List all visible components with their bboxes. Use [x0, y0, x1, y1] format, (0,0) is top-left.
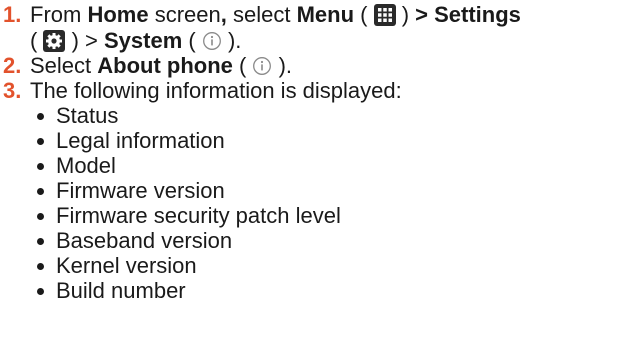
step-1-line-2: ( ) > System ( ).	[30, 28, 242, 53]
settings-label: > Settings	[415, 2, 521, 27]
step-number: 3.	[3, 78, 22, 103]
list-item: Status	[34, 103, 341, 128]
grid-menu-icon	[373, 4, 396, 26]
system-label: System	[103, 28, 183, 53]
list-item: Firmware version	[34, 178, 341, 203]
step-3-text: The following information is displayed:	[30, 78, 402, 103]
about-phone-label: About phone	[97, 53, 233, 78]
step-number: 2.	[3, 53, 22, 78]
step-number: 1.	[3, 2, 22, 27]
list-item: Baseband version	[34, 228, 341, 253]
list-item: Firmware security patch level	[34, 203, 341, 228]
instructions-page: 1. From Home screen, select Menu ( ) > S…	[3, 2, 521, 303]
list-item: Kernel version	[34, 253, 341, 278]
info-icon	[202, 32, 221, 50]
step-1-line-1: From Home screen, select Menu ( ) > Sett…	[30, 2, 521, 27]
home-label: Home	[87, 2, 149, 27]
list-item: Legal information	[34, 128, 341, 153]
menu-label: Menu	[296, 2, 355, 27]
gear-icon	[43, 30, 66, 52]
info-list: Status Legal information Model Firmware …	[34, 103, 341, 303]
list-item: Build number	[34, 278, 341, 303]
list-item: Model	[34, 153, 341, 178]
info-icon	[253, 57, 272, 75]
